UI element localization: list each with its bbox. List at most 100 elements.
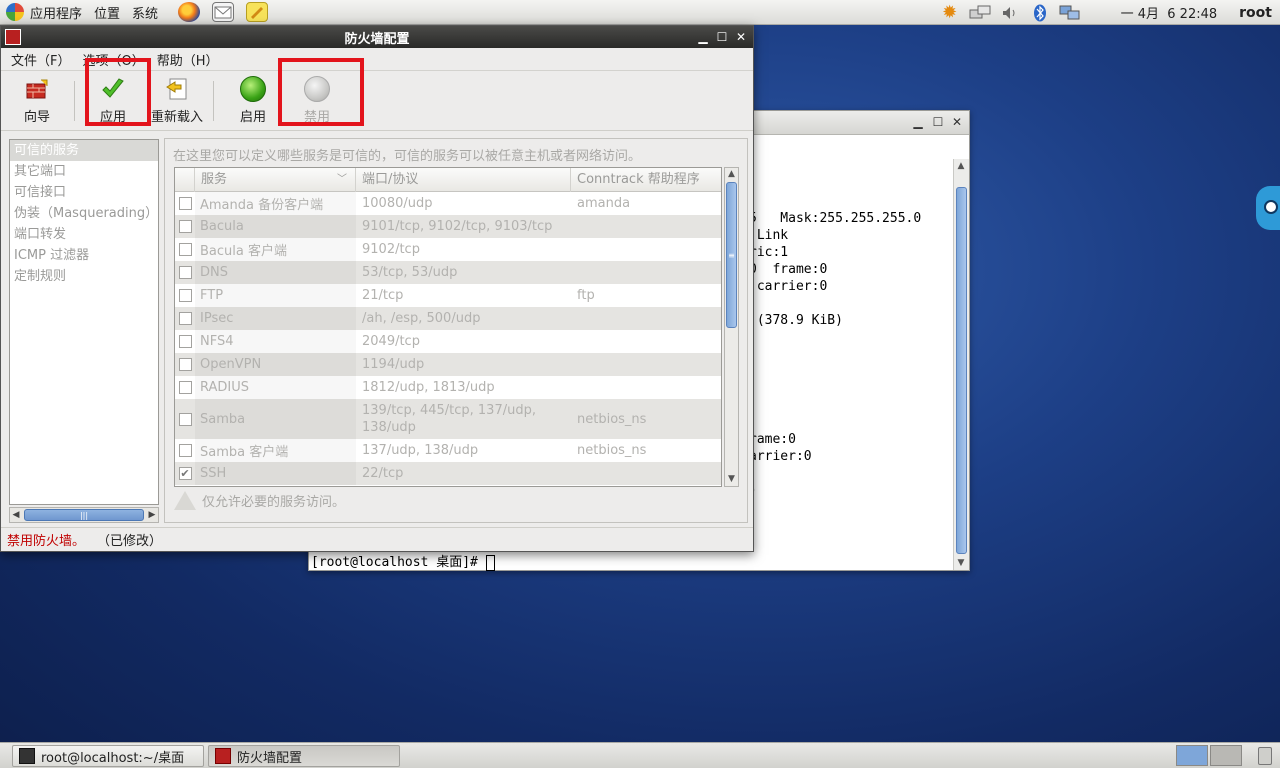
table-row[interactable]: Bacula 客户端 9102/tcp <box>175 238 721 261</box>
services-table[interactable]: 服务 ﹀ 端口/协议 Conntrack 帮助程序 Amanda 备份客户端 10… <box>174 167 722 487</box>
service-checkbox[interactable]: ✔ <box>178 467 192 480</box>
terminal-line: arrier:0 <box>749 449 812 464</box>
display-icon[interactable] <box>1059 4 1081 22</box>
header-conntrack[interactable]: Conntrack 帮助程序 <box>571 168 721 192</box>
table-row[interactable]: IPsec/ah, /esp, 500/udp <box>175 307 721 330</box>
reload-button[interactable]: 重新载入 <box>147 75 207 125</box>
row-checkbox-cell: ✔ <box>175 462 195 485</box>
reload-icon <box>164 76 190 102</box>
wizard-icon <box>24 76 50 102</box>
close-icon[interactable]: ✕ <box>733 29 749 45</box>
header-port[interactable]: 端口/协议 <box>356 168 571 192</box>
firefox-icon[interactable] <box>178 2 201 22</box>
service-checkbox[interactable] <box>178 444 192 457</box>
menu-help[interactable]: 帮助（H） <box>151 50 225 69</box>
service-checkbox[interactable] <box>178 381 192 394</box>
service-helper: netbios_ns <box>577 443 647 458</box>
service-name: RADIUS <box>195 376 356 399</box>
firewall-app-icon[interactable] <box>5 29 21 45</box>
service-checkbox[interactable] <box>178 220 192 233</box>
maximize-icon[interactable]: ☐ <box>714 29 730 45</box>
table-row[interactable]: DNS 53/tcp, 53/udp <box>175 261 721 284</box>
applications-menu[interactable]: 应用程序 <box>0 0 88 25</box>
table-row[interactable]: Bacula 9101/tcp, 9102/tcp, 9103/tcp <box>175 215 721 238</box>
row-checkbox-cell <box>175 238 195 261</box>
workspace-1[interactable] <box>1176 745 1208 766</box>
service-name: IPsec <box>195 307 356 330</box>
table-row[interactable]: FTP 21/tcp ftp <box>175 284 721 307</box>
minimize-icon[interactable]: ▁ <box>695 29 711 45</box>
table-row[interactable]: Samba 139/tcp, 445/tcp, 137/udp, 138/udp n… <box>175 399 721 439</box>
service-checkbox[interactable] <box>178 358 192 371</box>
services-scrollbar[interactable]: ▲ ≡ ▼ <box>724 167 739 487</box>
scroll-right-icon[interactable]: ▶ <box>146 508 158 522</box>
nav-item-custom-rules[interactable]: 定制规则 <box>10 266 158 287</box>
workspace-2[interactable] <box>1210 745 1242 766</box>
terminal-prompt[interactable]: [root@localhost 桌面]# <box>311 551 495 571</box>
wizard-button[interactable]: 向导 <box>7 75 67 125</box>
bluetooth-icon[interactable] <box>1029 4 1051 22</box>
service-checkbox[interactable] <box>178 266 192 279</box>
service-name: DNS <box>195 261 356 284</box>
service-name: OpenVPN <box>195 353 356 376</box>
close-icon[interactable]: ✕ <box>950 115 964 129</box>
service-checkbox[interactable] <box>178 243 192 256</box>
service-checkbox[interactable] <box>178 335 192 348</box>
nav-item-trusted-services[interactable]: 可信的服务 <box>10 140 158 161</box>
nav-item-trusted-interfaces[interactable]: 可信接口 <box>10 182 158 203</box>
scroll-thumb[interactable]: ≡ <box>726 182 737 328</box>
table-row[interactable]: OpenVPN 1194/udp <box>175 353 721 376</box>
mail-icon[interactable] <box>212 2 235 22</box>
table-row[interactable]: Samba 客户端 137/udp, 138/udp netbios_ns <box>175 439 721 462</box>
scroll-thumb[interactable]: ||| <box>24 509 144 521</box>
enable-button[interactable]: 启用 <box>223 75 283 125</box>
notes-icon[interactable] <box>246 2 269 22</box>
nav-hscrollbar[interactable]: ◀ ||| ▶ <box>9 507 159 523</box>
service-helper <box>571 307 721 330</box>
service-checkbox[interactable] <box>178 289 192 302</box>
terminal-scrollbar[interactable]: ▲ ▼ <box>953 159 969 570</box>
table-row[interactable]: ✔ SSH 22/tcp <box>175 462 721 485</box>
table-row[interactable]: NFS4 2049/tcp <box>175 330 721 353</box>
firewall-titlebar[interactable]: 防火墙配置 ▁ ☐ ✕ <box>1 26 753 48</box>
scroll-up-icon[interactable]: ▲ <box>725 168 738 181</box>
task-firewall[interactable]: 防火墙配置 <box>208 745 400 767</box>
nav-item-port-forwarding[interactable]: 端口转发 <box>10 224 158 245</box>
clock[interactable]: 一 4月 6 22:48 <box>1121 3 1218 22</box>
table-row[interactable]: Amanda 备份客户端 10080/udp amanda <box>175 192 721 215</box>
nav-item-icmp-filter[interactable]: ICMP 过滤器 <box>10 245 158 266</box>
enable-label: 启用 <box>239 110 266 125</box>
volume-icon[interactable] <box>999 4 1021 22</box>
service-name: Samba 客户端 <box>195 439 356 462</box>
header-service[interactable]: 服务 ﹀ <box>195 168 356 192</box>
firewall-window[interactable]: 防火墙配置 ▁ ☐ ✕ 文件（F） 选项（O） 帮助（H） 向导 应用 重新载入 <box>0 25 754 552</box>
system-menu[interactable]: 系统 <box>126 0 164 25</box>
service-port: 139/tcp, 445/tcp, 137/udp, 138/udp <box>362 403 536 435</box>
trash-icon[interactable] <box>1258 747 1272 765</box>
service-checkbox[interactable] <box>178 312 192 325</box>
maximize-icon[interactable]: ☐ <box>931 115 945 129</box>
user-name[interactable]: root <box>1239 5 1272 21</box>
places-menu[interactable]: 位置 <box>88 0 126 25</box>
nav-list: 可信的服务 其它端口 可信接口 伪装（Masquerading） 端口转发 IC… <box>9 139 159 505</box>
scroll-down-icon[interactable]: ▼ <box>954 556 968 570</box>
nav-item-masquerading[interactable]: 伪装（Masquerading） <box>10 203 158 224</box>
service-port: 9102/tcp <box>362 242 420 257</box>
table-row[interactable]: RADIUS 1812/udp, 1813/udp <box>175 376 721 399</box>
scroll-up-icon[interactable]: ▲ <box>954 159 968 173</box>
services-panel: 在这里您可以定义哪些服务是可信的，可信的服务可以被任意主机或者网络访问。 服务 … <box>164 138 748 523</box>
scroll-down-icon[interactable]: ▼ <box>725 473 738 486</box>
service-port: 21/tcp <box>362 288 404 303</box>
update-icon[interactable]: ✹ <box>939 2 961 23</box>
service-helper <box>571 215 721 238</box>
service-checkbox[interactable] <box>178 412 192 426</box>
scroll-thumb[interactable] <box>956 187 967 554</box>
scroll-left-icon[interactable]: ◀ <box>10 508 22 522</box>
menu-file[interactable]: 文件（F） <box>5 50 76 69</box>
nav-item-other-ports[interactable]: 其它端口 <box>10 161 158 182</box>
minimize-icon[interactable]: ▁ <box>911 115 925 129</box>
service-checkbox[interactable] <box>178 197 192 210</box>
task-terminal[interactable]: root@localhost:~/桌面 <box>12 745 204 767</box>
network-icon[interactable] <box>969 4 991 22</box>
desktop-mascot-icon <box>1256 186 1280 230</box>
